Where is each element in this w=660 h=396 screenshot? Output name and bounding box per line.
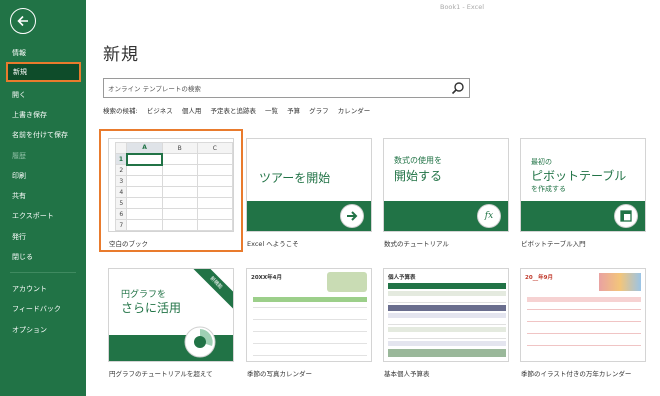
template-label[interactable]: Excel へようこそ <box>247 238 299 248</box>
template-blank-workbook[interactable]: A B C 1 2 3 4 5 6 7 <box>108 138 234 232</box>
tile-heading: ツアーを開始 <box>259 171 331 185</box>
budget-row <box>388 291 506 296</box>
template-label[interactable]: 空白のブック <box>109 238 148 248</box>
template-label[interactable]: 季節のイラスト付きの万年カレンダー <box>521 368 631 378</box>
template-label[interactable]: ピボットテーブル入門 <box>521 238 586 248</box>
row-header: 3 <box>114 175 128 187</box>
search-placeholder: オンライン テンプレートの検索 <box>108 85 201 93</box>
suggestion-link[interactable]: 一覧 <box>265 107 278 115</box>
nav-open[interactable]: 開く <box>0 85 86 105</box>
column-header: C <box>196 142 233 154</box>
budget-title: 個人予算表 <box>388 275 416 281</box>
suggestion-link[interactable]: 予算 <box>287 107 300 115</box>
template-pivot-table[interactable]: 最初の ピボットテーブル を作成する <box>520 138 646 232</box>
nav-options[interactable]: オプション <box>0 320 86 340</box>
row-header: 6 <box>114 208 128 220</box>
nav-feedback[interactable]: フィードバック <box>0 299 86 319</box>
calendar-header-row <box>527 297 641 302</box>
row-header: 7 <box>114 219 128 231</box>
nav-print[interactable]: 印刷 <box>0 166 86 186</box>
calendar-title: 20XX年4月 <box>251 275 282 281</box>
blank-grid-preview: A B C 1 2 3 4 5 6 7 <box>114 142 233 231</box>
row-header: 5 <box>114 197 128 209</box>
budget-header <box>388 283 506 289</box>
illustration <box>599 273 641 291</box>
calendar-header-row <box>253 297 367 302</box>
arrow-right-icon <box>341 205 363 227</box>
suggestion-link[interactable]: ビジネス <box>147 107 173 115</box>
budget-row <box>388 327 506 332</box>
pivot-table-icon <box>615 205 637 227</box>
row-header: 1 <box>114 153 128 165</box>
page-title: 新規 <box>103 45 139 65</box>
calendar-title: 20__年9月 <box>525 275 553 281</box>
nav-history: 履歴 <box>12 152 26 160</box>
window-title: Book1 - Excel <box>440 3 485 11</box>
search-icon[interactable] <box>451 81 465 95</box>
calendar-week <box>253 343 367 348</box>
template-label[interactable]: 基本個人予算表 <box>384 368 430 378</box>
budget-row <box>388 298 506 303</box>
plant-photo <box>327 272 367 292</box>
fx-icon: fx <box>478 205 500 227</box>
budget-row <box>388 313 506 318</box>
tile-heading: 開始する <box>394 169 443 183</box>
suggestion-link[interactable]: 個人用 <box>182 107 202 115</box>
tile-line: を作成する <box>531 185 566 193</box>
calendar-week <box>253 355 367 360</box>
nav-save-as[interactable]: 名前を付けて保存 <box>0 125 86 145</box>
nav-publish[interactable]: 発行 <box>0 227 86 247</box>
pie-chart-icon <box>184 326 216 358</box>
tile-line: 数式の使用を <box>394 156 442 165</box>
calendar-week <box>527 333 641 338</box>
tile-line: 最初の <box>531 158 552 166</box>
tile-heading: ピボットテーブル <box>531 169 627 183</box>
budget-row <box>388 341 506 346</box>
template-label[interactable]: 円グラフのチュートリアルを超えて <box>109 368 213 378</box>
suggestion-link[interactable]: 予定表と追跡表 <box>210 107 256 115</box>
nav-separator <box>10 272 76 273</box>
budget-row <box>388 334 506 339</box>
row-header: 2 <box>114 164 128 176</box>
nav-close[interactable]: 閉じる <box>0 247 86 267</box>
back-button[interactable] <box>10 8 36 34</box>
budget-header <box>388 305 506 311</box>
nav-share[interactable]: 共有 <box>0 186 86 206</box>
column-header: A <box>126 142 163 155</box>
search-suggestions: 検索の候補: ビジネス 個人用 予定表と追跡表 一覧 予算 グラフ カレンダー <box>103 105 377 115</box>
calendar-week <box>527 321 641 326</box>
template-photo-calendar[interactable]: 20XX年4月 <box>246 268 372 362</box>
template-formula-tutorial[interactable]: 数式の使用を 開始する fx <box>383 138 509 232</box>
nav-account[interactable]: アカウント <box>0 279 86 299</box>
suggestion-link[interactable]: グラフ <box>309 107 329 115</box>
calendar-week <box>253 307 367 312</box>
back-arrow-icon <box>17 15 28 27</box>
nav-new[interactable]: 新規 <box>6 62 81 82</box>
template-label[interactable]: 数式のチュートリアル <box>384 238 449 248</box>
calendar-week <box>527 345 641 350</box>
column-header: B <box>161 142 198 154</box>
calendar-week <box>527 309 641 314</box>
calendar-week <box>253 319 367 324</box>
template-search-input[interactable]: オンライン テンプレートの検索 <box>103 78 470 98</box>
suggestions-label: 検索の候補: <box>103 107 138 115</box>
new-badge: 新機能 <box>187 269 233 312</box>
nav-save[interactable]: 上書き保存 <box>0 105 86 125</box>
budget-row <box>388 320 506 325</box>
template-personal-budget[interactable]: 個人予算表 <box>383 268 509 362</box>
template-label[interactable]: 季節の写真カレンダー <box>247 368 312 378</box>
nav-export[interactable]: エクスポート <box>0 206 86 226</box>
calendar-week <box>253 331 367 336</box>
nav-info[interactable]: 情報 <box>0 43 86 63</box>
row-header: 4 <box>114 186 128 198</box>
template-illustrated-calendar[interactable]: 20__年9月 <box>520 268 646 362</box>
backstage-sidebar: 情報 新規 開く 上書き保存 名前を付けて保存 履歴 印刷 共有 エクスポート … <box>0 0 86 396</box>
suggestion-link[interactable]: カレンダー <box>338 107 371 115</box>
budget-total <box>388 349 506 357</box>
template-pie-chart[interactable]: 新機能 円グラフを さらに活用 <box>108 268 234 362</box>
template-welcome-tour[interactable]: ツアーを開始 <box>246 138 372 232</box>
tile-heading: さらに活用 <box>121 301 182 315</box>
